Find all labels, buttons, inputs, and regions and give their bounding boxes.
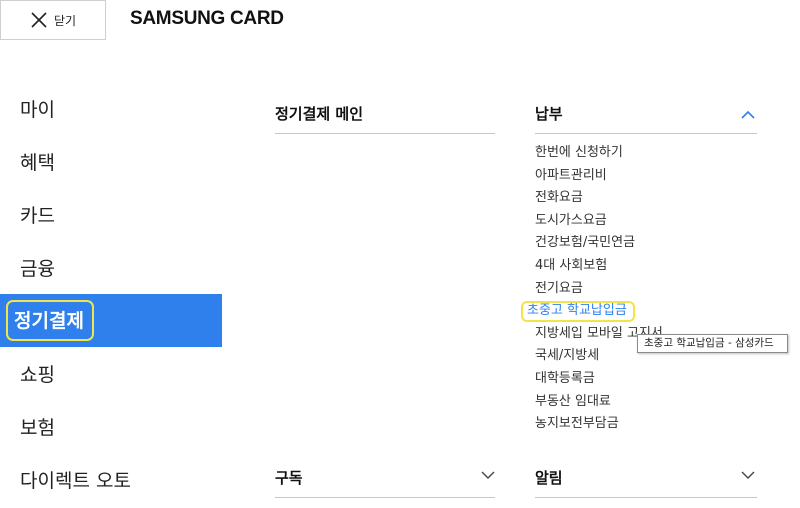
sidebar-item-label: 마이 <box>20 99 55 121</box>
submenu-item[interactable]: 4대 사회보험 <box>535 255 663 278</box>
sidebar-item-label: 카드 <box>20 205 55 227</box>
divider <box>275 133 495 134</box>
sidebar-item-label: 금융 <box>20 258 55 280</box>
chevron-up-icon[interactable] <box>741 110 755 119</box>
sidebar-item-shopping[interactable]: 쇼핑 <box>0 347 222 400</box>
sidebar-item-finance[interactable]: 금융 <box>0 241 222 294</box>
close-button[interactable]: 닫기 <box>0 0 106 40</box>
section-main-link[interactable]: 정기결제 메인 <box>275 103 363 124</box>
divider <box>535 497 757 498</box>
tooltip: 초중고 학교납입금 - 삼성카드 <box>637 334 788 353</box>
submenu-item[interactable]: 한번에 신청하기 <box>535 142 663 165</box>
submenu-item[interactable]: 도시가스요금 <box>535 210 663 233</box>
sidebar-item-insurance[interactable]: 보험 <box>0 400 222 453</box>
chevron-down-icon[interactable] <box>481 471 495 480</box>
sidebar-item-direct-auto[interactable]: 다이렉트 오토 <box>0 453 222 506</box>
submenu-item[interactable]: 전기요금 <box>535 278 663 301</box>
submenu-item[interactable]: 전화요금 <box>535 187 663 210</box>
sidebar-item-label: 정기결제 <box>6 300 94 341</box>
sidebar-item-card[interactable]: 카드 <box>0 188 222 241</box>
submenu-item[interactable]: 부동산 임대료 <box>535 391 663 414</box>
divider <box>275 497 495 498</box>
submenu-item-label: 초중고 학교납입금 <box>521 301 635 323</box>
submenu-item[interactable]: 대학등록금 <box>535 368 663 391</box>
sidebar: 마이 혜택 카드 금융 정기결제 쇼핑 보험 다이렉트 오토 <box>0 82 222 506</box>
sidebar-item-label: 보험 <box>20 417 55 439</box>
submenu-item-school-fee[interactable]: 초중고 학교납입금 <box>521 300 663 323</box>
sidebar-item-label: 다이렉트 오토 <box>20 470 131 492</box>
sidebar-item-my[interactable]: 마이 <box>0 82 222 135</box>
section-alert-title[interactable]: 알림 <box>535 467 563 488</box>
payment-submenu: 한번에 신청하기 아파트관리비 전화요금 도시가스요금 건강보험/국민연금 4대… <box>521 142 663 436</box>
submenu-item[interactable]: 아파트관리비 <box>535 165 663 188</box>
sidebar-item-label: 쇼핑 <box>20 364 55 386</box>
brand-logo: SAMSUNG CARD <box>130 8 284 29</box>
close-icon <box>31 12 47 28</box>
sidebar-item-benefits[interactable]: 혜택 <box>0 135 222 188</box>
divider <box>535 133 757 134</box>
sidebar-item-regular-payment[interactable]: 정기결제 <box>0 294 222 347</box>
close-label: 닫기 <box>53 13 77 28</box>
section-subscription-title[interactable]: 구독 <box>275 467 303 488</box>
chevron-down-icon[interactable] <box>741 471 755 480</box>
sidebar-item-label: 혜택 <box>20 152 55 174</box>
section-payment-title[interactable]: 납부 <box>535 103 563 124</box>
submenu-item[interactable]: 건강보험/국민연금 <box>535 232 663 255</box>
submenu-item[interactable]: 농지보전부담금 <box>535 413 663 436</box>
